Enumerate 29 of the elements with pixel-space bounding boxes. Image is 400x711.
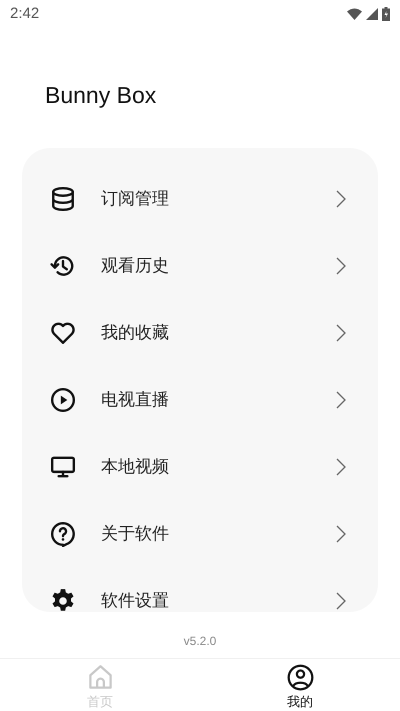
monitor-icon	[50, 454, 76, 480]
status-time: 2:42	[10, 4, 40, 24]
battery-icon	[382, 7, 390, 21]
chevron-right-icon	[336, 390, 346, 408]
menu-item[interactable]: 本地视频	[22, 433, 378, 500]
menu-item[interactable]: 关于软件	[22, 500, 378, 567]
menu-item[interactable]: 订阅管理	[22, 165, 378, 232]
version-text: v5.2.0	[182, 633, 218, 650]
account-icon	[286, 664, 314, 691]
menu-item[interactable]: 我的收藏	[22, 299, 378, 366]
chevron-right-icon	[336, 256, 346, 274]
home-icon	[86, 664, 114, 691]
nav-tab[interactable]: 我的	[200, 659, 400, 711]
chevron-right-icon	[336, 458, 346, 476]
app-title: Bunny Box	[44, 81, 158, 110]
chevron-right-icon	[336, 592, 346, 610]
database-icon	[50, 186, 76, 212]
play-circle-icon	[50, 386, 76, 412]
help-bubble-icon	[50, 520, 76, 546]
heart-icon	[50, 320, 76, 346]
chevron-right-icon	[336, 324, 346, 342]
chevron-right-icon	[336, 524, 346, 542]
menu-item[interactable]: 电视直播	[22, 366, 378, 433]
menu-item[interactable]: 软件设置	[22, 567, 378, 612]
wifi-icon	[347, 8, 362, 20]
signal-icon	[366, 8, 378, 20]
chevron-right-icon	[336, 190, 346, 208]
settings-icon	[50, 588, 76, 612]
menu-item[interactable]: 观看历史	[22, 232, 378, 299]
